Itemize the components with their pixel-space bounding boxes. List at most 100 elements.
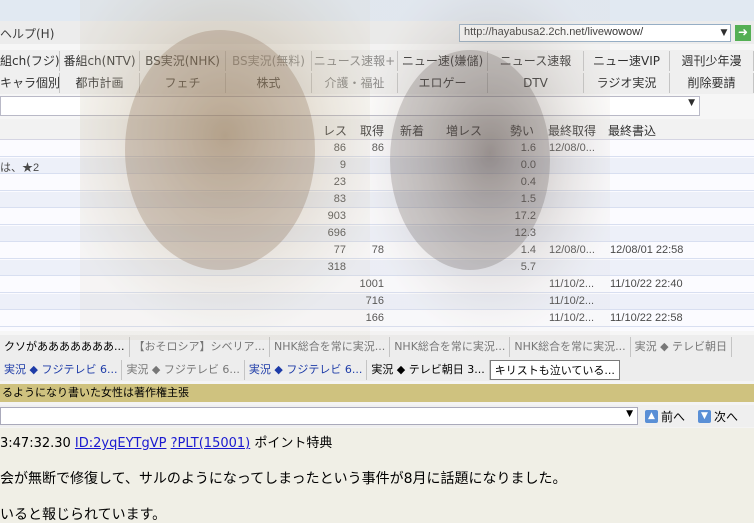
board-tab[interactable]: エロゲー xyxy=(398,73,488,93)
board-tabs-row-1: 組ch(フジ) 番組ch(NTV) BS実況(NHK) BS実況(無料) ニュース速報+… xyxy=(0,51,754,71)
board-tab[interactable]: ニュース速報 xyxy=(488,51,584,71)
col-last-post[interactable]: 最終書込 xyxy=(608,122,656,139)
open-thread-tab[interactable]: 実況 ◆ フジテレビ 6... xyxy=(245,360,368,380)
thread-cell-fetched: 86 xyxy=(371,142,384,154)
open-thread-tab[interactable]: NHK総合を常に実況... xyxy=(270,337,391,357)
board-tab[interactable]: ニュー速(嫌儲) xyxy=(398,51,488,71)
next-label: 次へ xyxy=(714,409,739,424)
thread-cell-res: 696 xyxy=(327,227,346,239)
col-momentum[interactable]: 勢い xyxy=(510,122,534,139)
thread-cell-momentum: 0.4 xyxy=(520,176,536,188)
thread-cell-res: 318 xyxy=(327,261,346,273)
post-line-2: いると報じられています。 xyxy=(0,507,167,523)
open-thread-tab[interactable]: キリストも泣いている... xyxy=(489,360,620,380)
thread-cell-momentum: 1.6 xyxy=(520,142,536,154)
board-tab[interactable]: BS実況(無料) xyxy=(226,51,312,71)
thread-cell-momentum: 17.2 xyxy=(514,210,536,222)
post-point-text: ポイント特典 xyxy=(250,436,333,451)
thread-cell-fetched: 166 xyxy=(365,312,384,324)
open-thread-tabs: クソがあああああああ... 【おそロシア】シベリア... NHK総合を常に実況...… xyxy=(0,335,754,381)
open-thread-tab[interactable]: NHK総合を常に実況... xyxy=(390,337,511,357)
board-tab[interactable]: 株式 xyxy=(226,73,312,93)
thread-cell-fetched: 1001 xyxy=(359,278,384,290)
thread-cell-title: は、★2 xyxy=(0,162,40,174)
board-tab[interactable]: フェチ xyxy=(140,73,226,93)
prev-label: 前へ xyxy=(661,409,686,424)
post-plt-link[interactable]: ?PLT(15001) xyxy=(171,436,251,451)
thread-row[interactable]: 166 11/10/2... 11/10/22 22:58 xyxy=(0,311,754,327)
post-jump-input[interactable]: ▼ xyxy=(0,407,638,425)
col-fetched[interactable]: 取得 xyxy=(360,122,384,139)
down-arrow-icon: ▼ xyxy=(698,409,711,423)
open-thread-tab[interactable]: NHK総合を常に実況... xyxy=(510,337,631,357)
open-thread-tabs-row-2: 実況 ◆ フジテレビ 6... 実況 ◆ フジテレビ 6... 実況 ◆ フジテレビ… xyxy=(0,360,754,380)
board-tab[interactable]: DTV xyxy=(488,73,584,93)
open-thread-tab[interactable]: 実況 ◆ フジテレビ 6... xyxy=(122,360,245,380)
thread-cell-last-fetch: 11/10/2... xyxy=(549,295,595,307)
post-id-link[interactable]: ID:2yqEYTgVP xyxy=(75,436,167,451)
post-time: 3:47:32.30 xyxy=(0,436,75,451)
thread-row[interactable]: 1001 11/10/2... 11/10/22 22:40 xyxy=(0,277,754,293)
thread-row[interactable]: 696 12.3 xyxy=(0,226,754,242)
thread-row[interactable]: 86 86 1.6 12/08/0... xyxy=(0,141,754,157)
thread-row[interactable]: 83 1.5 xyxy=(0,192,754,208)
col-increase[interactable]: 増レス xyxy=(446,122,482,139)
board-tab[interactable]: 削除要請 xyxy=(670,73,754,93)
thread-cell-momentum: 12.3 xyxy=(514,227,536,239)
thread-cell-res: 77 xyxy=(333,244,346,256)
board-tab[interactable]: キャラ個別 xyxy=(0,73,60,93)
thread-cell-res: 86 xyxy=(333,142,346,154)
prev-button[interactable]: ▲ 前へ xyxy=(645,408,685,424)
thread-cell-momentum: 1.4 xyxy=(520,244,536,256)
open-thread-tab[interactable]: 実況 ◆ テレビ朝日 3... xyxy=(367,360,490,380)
chevron-down-icon[interactable]: ▼ xyxy=(718,25,730,41)
board-tab[interactable]: 番組ch(NTV) xyxy=(60,51,140,71)
thread-cell-momentum: 1.5 xyxy=(520,193,536,205)
open-thread-tab[interactable]: 実況 ◆ フジテレビ 6... xyxy=(0,360,123,380)
next-button[interactable]: ▼ 次へ xyxy=(698,408,738,424)
thread-filter-input[interactable]: ▼ xyxy=(0,96,700,116)
board-tab[interactable]: 週刊少年漫 xyxy=(670,51,754,71)
thread-cell-momentum: 0.0 xyxy=(520,159,536,171)
board-tab[interactable]: ラジオ実況 xyxy=(584,73,670,93)
open-thread-tab[interactable]: 実況 ◆ テレビ朝日 xyxy=(631,337,733,357)
top-toolbar: ヘルプ(H) http://hayabusa2.2ch.net/livewowo… xyxy=(0,0,754,44)
address-input[interactable]: http://hayabusa2.2ch.net/livewowow/ xyxy=(459,24,731,42)
menu-help[interactable]: ヘルプ(H) xyxy=(0,25,54,42)
col-last-fetch[interactable]: 最終取得 xyxy=(548,122,596,139)
col-new[interactable]: 新着 xyxy=(400,122,424,139)
board-tab[interactable]: ニュース速報+ xyxy=(312,51,398,71)
board-tabs-row-2: キャラ個別 都市計画 フェチ 株式 介護・福祉 エロゲー DTV ラジオ実況 削除要請 xyxy=(0,73,754,93)
menu-strip xyxy=(0,0,754,21)
thread-row[interactable]: は、★2 9 0.0 xyxy=(0,158,754,174)
thread-cell-fetched: 78 xyxy=(371,244,384,256)
board-tab[interactable]: BS実況(NHK) xyxy=(140,51,226,71)
chevron-down-icon[interactable]: ▼ xyxy=(626,409,633,419)
open-thread-tab[interactable]: 【おそロシア】シベリア... xyxy=(130,337,270,357)
thread-row[interactable]: 716 11/10/2... xyxy=(0,294,754,310)
thread-cell-last-fetch: 11/10/2... xyxy=(549,278,595,290)
thread-cell-last-fetch: 11/10/2... xyxy=(549,312,595,324)
board-tab[interactable]: ニュー速VIP xyxy=(584,51,670,71)
thread-cell-fetched: 716 xyxy=(365,295,384,307)
thread-cell-last-post: 12/08/01 22:58 xyxy=(610,244,684,256)
board-tab[interactable]: 介護・福祉 xyxy=(312,73,398,93)
thread-row[interactable]: 318 5.7 xyxy=(0,260,754,276)
open-thread-tab[interactable]: クソがあああああああ... xyxy=(0,337,130,357)
thread-row[interactable]: 77 78 1.4 12/08/0... 12/08/01 22:58 xyxy=(0,243,754,259)
post-body: 3:47:32.30 ID:2yqEYTgVP ?PLT(15001) ポイント… xyxy=(0,428,754,523)
chevron-down-icon[interactable]: ▼ xyxy=(688,98,695,108)
post-header: 3:47:32.30 ID:2yqEYTgVP ?PLT(15001) ポイント… xyxy=(0,432,332,451)
board-tab[interactable]: 組ch(フジ) xyxy=(0,51,60,71)
thread-row[interactable]: 23 0.4 xyxy=(0,175,754,191)
col-res[interactable]: レス xyxy=(323,122,347,139)
thread-cell-last-fetch: 12/08/0... xyxy=(549,142,595,154)
thread-row[interactable]: 903 17.2 xyxy=(0,209,754,225)
go-arrow-icon[interactable]: ➜ xyxy=(735,25,751,41)
thread-list: レス 取得 新着 増レス 勢い 最終取得 最終書込 86 86 1.6 12/08/0… xyxy=(0,119,754,331)
thread-title: るようになり書いた女性は著作権主張 xyxy=(0,384,754,402)
thread-cell-momentum: 5.7 xyxy=(520,261,536,273)
open-thread-tabs-row-1: クソがあああああああ... 【おそロシア】シベリア... NHK総合を常に実況...… xyxy=(0,337,754,357)
board-tab[interactable]: 都市計画 xyxy=(60,73,140,93)
thread-cell-res: 23 xyxy=(333,176,346,188)
